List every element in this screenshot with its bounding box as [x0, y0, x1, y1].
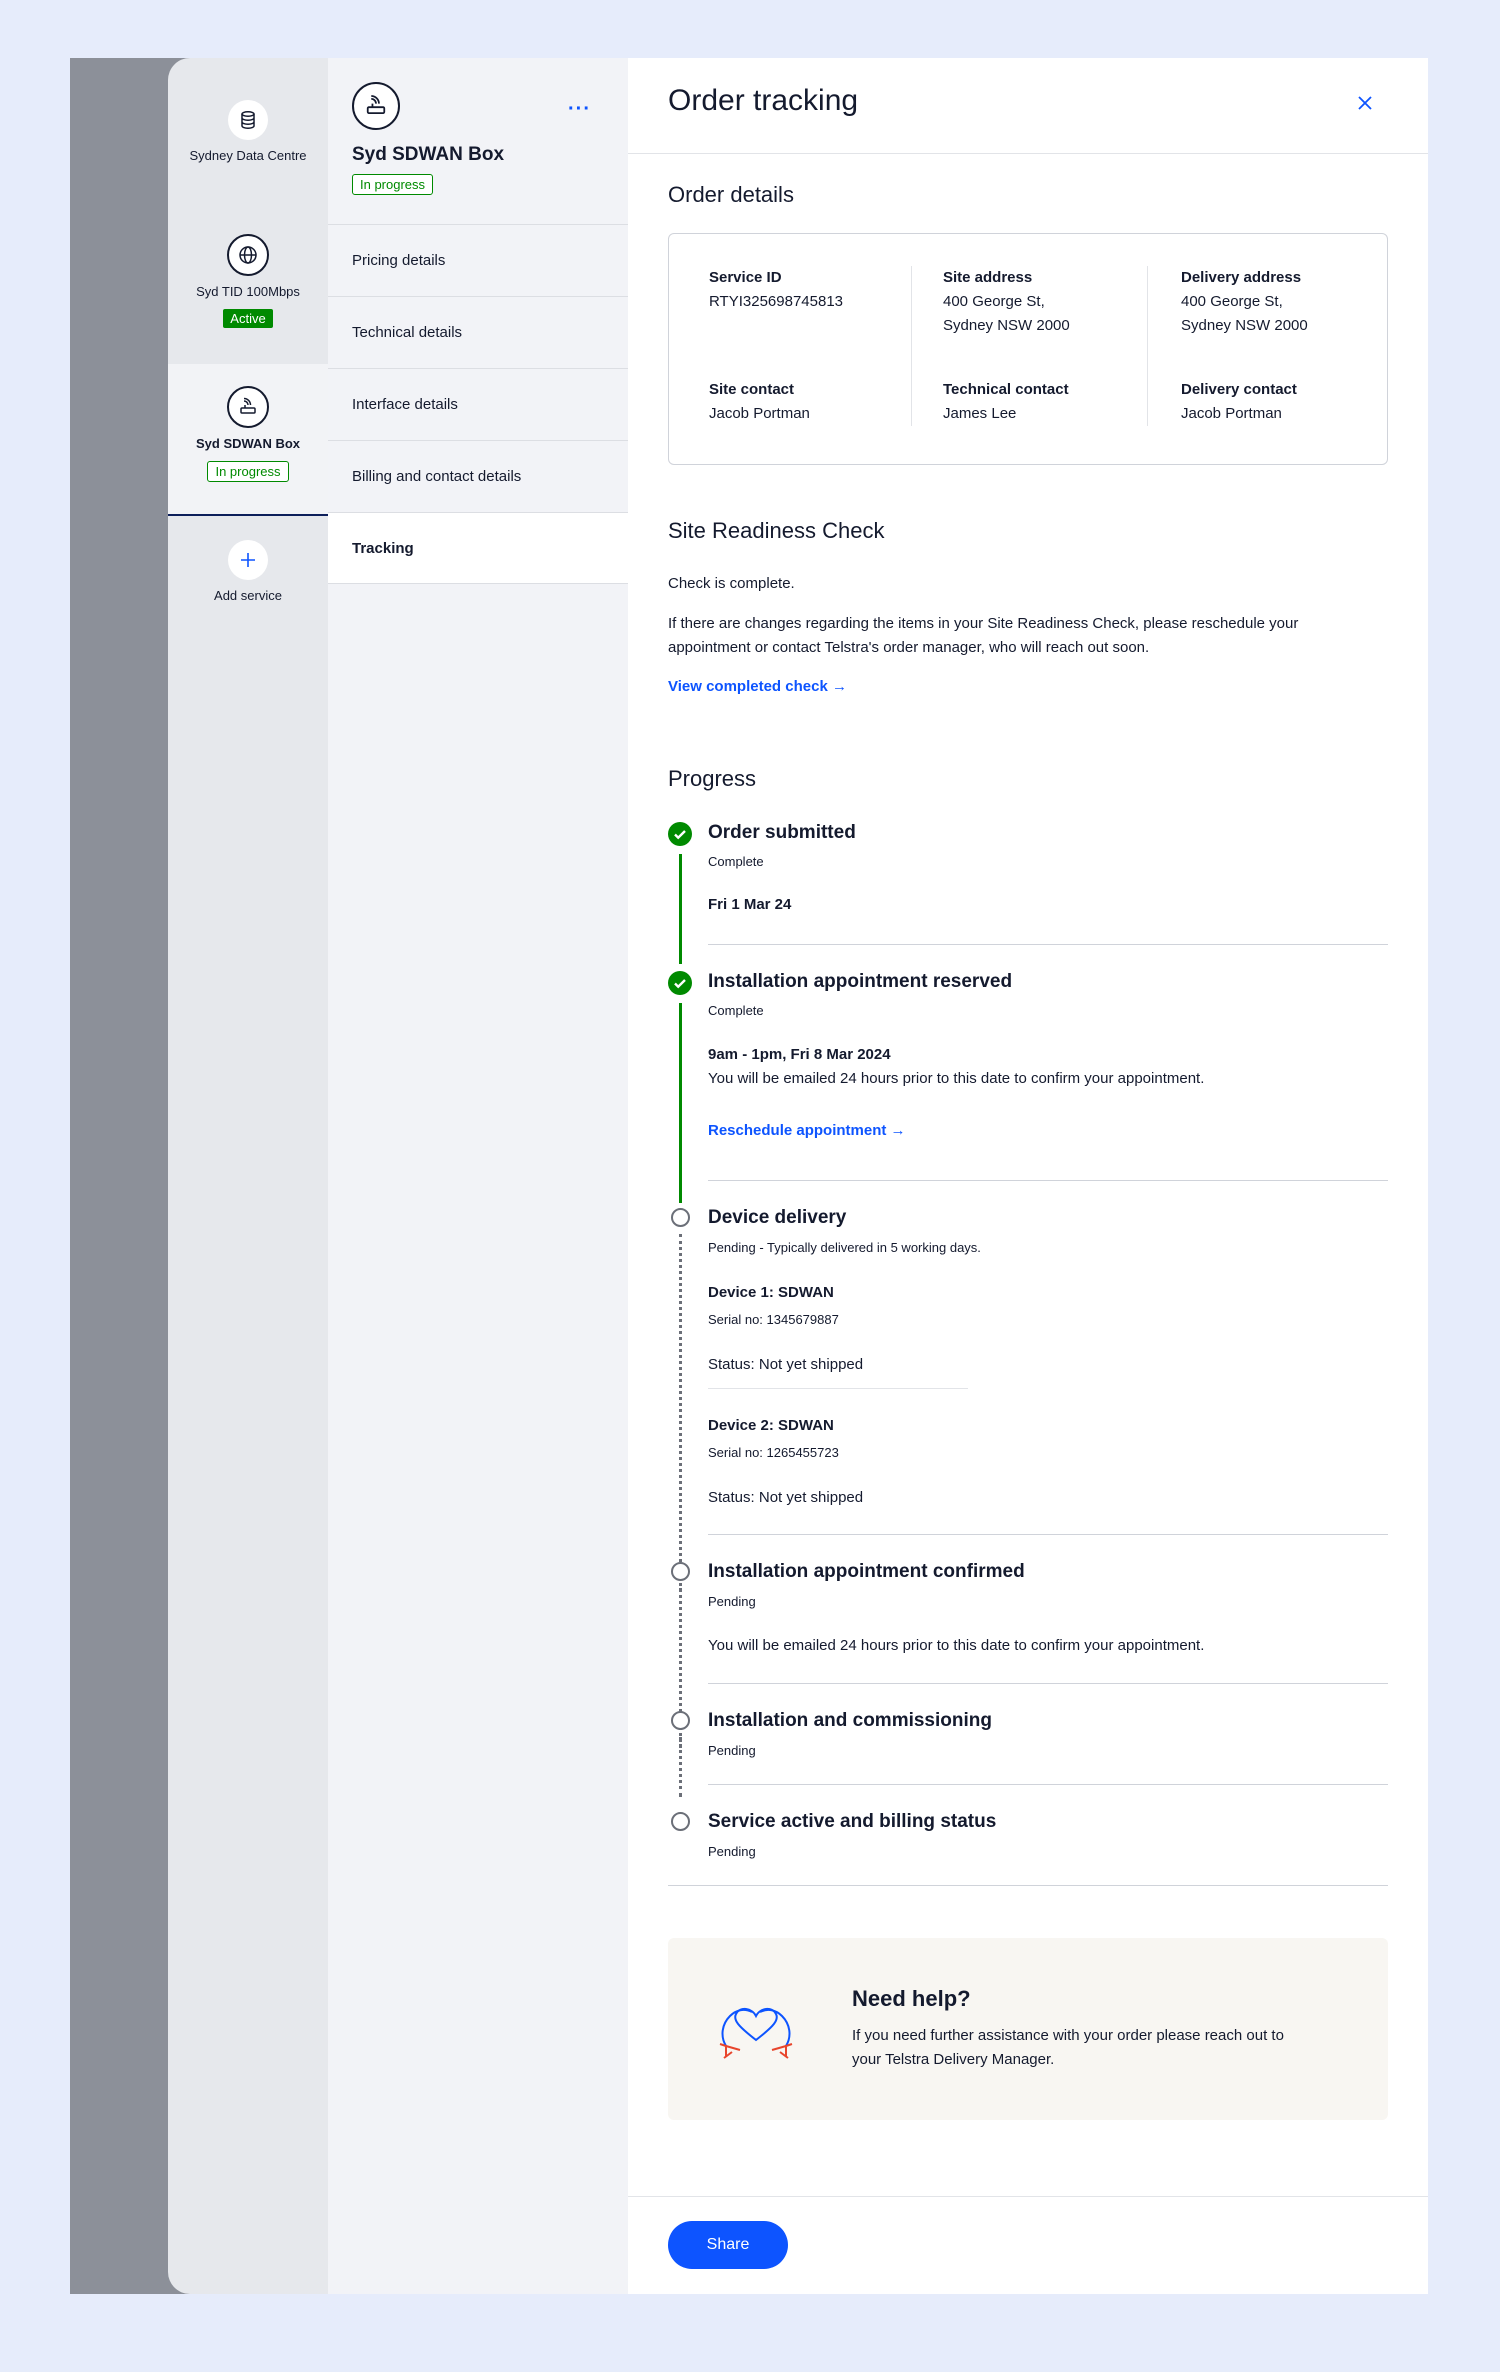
more-options-icon[interactable]: ··· — [568, 98, 591, 121]
step-date: 9am - 1pm, Fri 8 Mar 2024 — [708, 1046, 891, 1063]
divider — [708, 1388, 968, 1389]
site-contact-value: Jacob Portman — [709, 405, 810, 422]
device-serial: Serial no: 1345679887 — [708, 1312, 839, 1327]
readiness-status: Check is complete. — [668, 575, 795, 592]
check-circle-icon — [668, 822, 692, 846]
service-rail: Sydney Data Centre Syd TID 100Mbps Activ… — [168, 58, 328, 2294]
readiness-heading: Site Readiness Check — [668, 518, 885, 543]
help-text: If you need further assistance with your… — [852, 2027, 1284, 2068]
database-icon — [228, 100, 268, 140]
divider — [708, 944, 1388, 945]
step-status: Pending — [708, 1844, 756, 1859]
step-status: Complete — [708, 854, 764, 869]
rail-item-label: Sydney Data Centre — [189, 148, 307, 163]
heart-hands-icon — [708, 1986, 804, 2071]
step-title: Installation appointment reserved — [708, 971, 1013, 992]
delivery-contact-value: Jacob Portman — [1181, 405, 1282, 422]
step-status: Pending — [708, 1743, 756, 1758]
step-status: Pending — [708, 1594, 756, 1609]
step-title: Service active and billing status — [708, 1811, 997, 1832]
divider — [708, 1784, 1388, 1785]
site-address-label: Site address — [943, 269, 1033, 286]
divider — [708, 1534, 1388, 1535]
delivery-address-label: Delivery address — [1181, 269, 1302, 286]
service-menu-panel: Syd SDWAN Box In progress ··· Pricing de… — [328, 58, 628, 2294]
site-address-line2: Sydney NSW 2000 — [943, 317, 1070, 334]
service-id-label: Service ID — [709, 269, 782, 286]
pending-circle-icon — [671, 1711, 690, 1730]
progress-heading: Progress — [668, 766, 757, 791]
delivery-address-line1: 400 George St, — [1181, 293, 1283, 310]
menu-item-billing-contact[interactable]: Billing and contact details — [328, 440, 628, 512]
technical-contact-value: James Lee — [943, 405, 1017, 422]
step-title: Device delivery — [708, 1207, 847, 1228]
status-badge: Active — [223, 309, 273, 328]
order-details-card: Service ID RTYI325698745813 Site address… — [668, 233, 1388, 465]
step-status: Complete — [708, 1003, 764, 1018]
pending-circle-icon — [671, 1208, 690, 1227]
device-status: Status: Not yet shipped — [708, 1489, 864, 1506]
site-contact-label: Site contact — [709, 381, 795, 398]
menu-item-interface[interactable]: Interface details — [328, 368, 628, 440]
panel-footer: Share — [628, 2196, 1428, 2294]
service-title: Syd SDWAN Box — [352, 144, 505, 165]
step-title: Order submitted — [708, 822, 856, 843]
help-title: Need help? — [852, 1986, 971, 2011]
delivery-contact-label: Delivery contact — [1181, 381, 1297, 398]
rail-item-syd-tid[interactable]: Syd TID 100Mbps Active — [168, 234, 328, 328]
menu-item-technical[interactable]: Technical details — [328, 296, 628, 368]
plus-icon — [228, 540, 268, 580]
menu-item-tracking[interactable]: Tracking — [328, 512, 628, 584]
step-note: You will be emailed 24 hours prior to th… — [708, 1070, 1205, 1087]
divider — [668, 1885, 1388, 1886]
device-name: Device 1: SDWAN — [708, 1284, 834, 1301]
router-icon — [227, 386, 269, 428]
step-title: Installation and commissioning — [708, 1710, 992, 1731]
step-note: You will be emailed 24 hours prior to th… — [708, 1637, 1205, 1654]
rail-item-label: Syd TID 100Mbps — [196, 284, 300, 299]
rail-item-label: Add service — [214, 588, 282, 603]
progress-line — [679, 854, 682, 964]
rail-item-syd-sdwan-box[interactable]: Syd SDWAN Box In progress — [168, 386, 328, 482]
reschedule-appointment-link[interactable]: Reschedule appointment → — [708, 1122, 906, 1139]
site-address-line1: 400 George St, — [943, 293, 1045, 310]
technical-contact-label: Technical contact — [943, 381, 1069, 398]
status-badge: In progress — [352, 174, 434, 195]
progress-line-dotted — [679, 1234, 682, 1598]
device-name: Device 2: SDWAN — [708, 1417, 834, 1434]
globe-icon — [227, 234, 269, 276]
readiness-body: If there are changes regarding the items… — [668, 615, 1299, 656]
rail-item-label: Syd SDWAN Box — [195, 436, 300, 451]
step-status: Pending - Typically delivered in 5 worki… — [708, 1240, 981, 1255]
order-tracking-panel: Order tracking Order details Service ID … — [628, 58, 1428, 2294]
close-icon[interactable] — [1354, 92, 1376, 114]
need-help-card: Need help? If you need further assistanc… — [668, 1938, 1388, 2120]
share-button[interactable]: Share — [668, 2221, 788, 2269]
order-details-heading: Order details — [668, 182, 794, 207]
menu-item-pricing[interactable]: Pricing details — [328, 224, 628, 296]
delivery-address-line2: Sydney NSW 2000 — [1181, 317, 1308, 334]
check-circle-icon — [668, 971, 692, 995]
progress-line-dotted — [679, 1737, 682, 1797]
divider — [708, 1180, 1388, 1181]
device-status: Status: Not yet shipped — [708, 1356, 864, 1373]
service-menu: Pricing details Technical details Interf… — [328, 224, 628, 584]
device-serial: Serial no: 1265455723 — [708, 1445, 839, 1460]
status-badge: In progress — [207, 461, 289, 482]
service-id-value: RTYI325698745813 — [709, 293, 844, 310]
rail-item-sydney-data-centre[interactable]: Sydney Data Centre — [168, 100, 328, 163]
step-title: Installation appointment confirmed — [708, 1561, 1025, 1582]
view-completed-check-link[interactable]: View completed check → — [668, 678, 847, 695]
pending-circle-icon — [671, 1562, 690, 1581]
router-icon — [352, 82, 400, 130]
progress-line — [679, 1003, 682, 1203]
divider — [708, 1683, 1388, 1684]
pending-circle-icon — [671, 1812, 690, 1831]
step-date: Fri 1 Mar 24 — [708, 896, 792, 913]
panel-title: Order tracking — [668, 84, 859, 117]
add-service-button[interactable]: Add service — [168, 540, 328, 603]
